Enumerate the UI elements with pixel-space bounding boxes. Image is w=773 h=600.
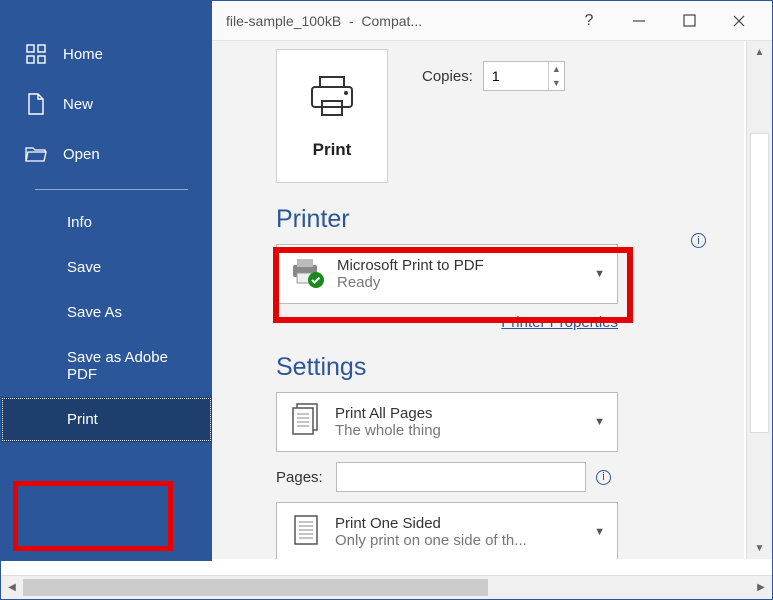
copies-label: Copies: [422, 68, 473, 85]
sidebar-item-home[interactable]: Home [1, 29, 212, 79]
settings-heading: Settings [276, 353, 714, 382]
printer-properties-link[interactable]: Printer Properties [276, 314, 618, 331]
minimize-button[interactable] [614, 1, 664, 41]
open-icon [25, 143, 47, 165]
vertical-scrollbar[interactable]: ▲ ▼ [746, 41, 772, 559]
pages-row: Pages: i [276, 462, 714, 492]
copies-input[interactable] [484, 62, 548, 90]
home-icon [25, 43, 47, 65]
copies-down-icon[interactable]: ▼ [549, 76, 564, 90]
sidebar-label: Save as Adobe PDF [67, 349, 188, 383]
info-icon[interactable]: i [691, 233, 706, 248]
print-range-dropdown[interactable]: Print All Pages The whole thing ▼ [276, 392, 618, 452]
print-button[interactable]: Print [276, 49, 388, 183]
scroll-left-icon[interactable]: ◀ [1, 576, 23, 600]
sidebar-label: Open [63, 146, 100, 163]
copies-control: Copies: ▲ ▼ [422, 61, 565, 91]
sidebar-label: New [63, 96, 93, 113]
printer-status-icon [289, 257, 325, 292]
backstage-sidebar: Home New Open Info Save Save As Save as … [1, 1, 212, 561]
scroll-right-icon[interactable]: ▶ [750, 576, 772, 600]
printer-name: Microsoft Print to PDF [337, 257, 484, 274]
caret-down-icon: ▼ [594, 416, 605, 428]
print-panel: Print Copies: ▲ ▼ Printer i Microsoft Pr… [212, 41, 744, 559]
copies-spinner[interactable]: ▲ ▼ [483, 61, 565, 91]
pages-input[interactable] [336, 462, 586, 492]
compat-mode: Compat... [361, 13, 422, 29]
caret-down-icon: ▼ [594, 268, 605, 280]
sidebar-label: Print [67, 411, 98, 428]
help-button[interactable]: ? [564, 1, 614, 41]
sidebar-item-print[interactable]: Print [1, 397, 212, 442]
horizontal-scrollbar[interactable]: ◀ ▶ [1, 575, 772, 599]
sidebar-item-saveadobe[interactable]: Save as Adobe PDF [1, 335, 212, 397]
printer-icon [306, 73, 358, 126]
window-title: file-sample_100kB - Compat... [226, 13, 422, 29]
sidebar-label: Home [63, 46, 103, 63]
print-range-sub: The whole thing [335, 422, 441, 439]
sidebar-item-new[interactable]: New [1, 79, 212, 129]
scroll-down-icon[interactable]: ▼ [747, 537, 772, 559]
maximize-button[interactable] [664, 1, 714, 41]
printer-heading: Printer [276, 205, 714, 234]
sidebar-item-info[interactable]: Info [1, 200, 212, 245]
sidebar-item-save[interactable]: Save [1, 245, 212, 290]
pages-label: Pages: [276, 469, 326, 486]
sidebar-label: Save [67, 259, 101, 276]
sides-sub: Only print on one side of th... [335, 532, 527, 549]
sides-title: Print One Sided [335, 515, 527, 532]
sidebar-divider [35, 189, 188, 190]
printer-status: Ready [337, 274, 484, 291]
scroll-track[interactable] [747, 63, 772, 537]
one-sided-icon [289, 512, 323, 553]
scroll-thumb[interactable] [750, 133, 769, 433]
print-range-title: Print All Pages [335, 405, 441, 422]
sidebar-label: Save As [67, 304, 122, 321]
scroll-track[interactable] [23, 576, 750, 599]
sidebar-item-saveas[interactable]: Save As [1, 290, 212, 335]
scroll-up-icon[interactable]: ▲ [747, 41, 772, 63]
sidebar-item-open[interactable]: Open [1, 129, 212, 179]
pages-icon [289, 402, 323, 443]
close-button[interactable] [714, 1, 764, 41]
printer-dropdown[interactable]: Microsoft Print to PDF Ready ▼ [276, 244, 618, 304]
print-button-label: Print [313, 140, 352, 160]
new-icon [25, 93, 47, 115]
copies-up-icon[interactable]: ▲ [549, 62, 564, 76]
caret-down-icon: ▼ [594, 526, 605, 538]
info-icon[interactable]: i [596, 470, 611, 485]
filename: file-sample_100kB [226, 13, 341, 29]
sidebar-label: Info [67, 214, 92, 231]
scroll-thumb[interactable] [23, 579, 488, 596]
sides-dropdown[interactable]: Print One Sided Only print on one side o… [276, 502, 618, 559]
